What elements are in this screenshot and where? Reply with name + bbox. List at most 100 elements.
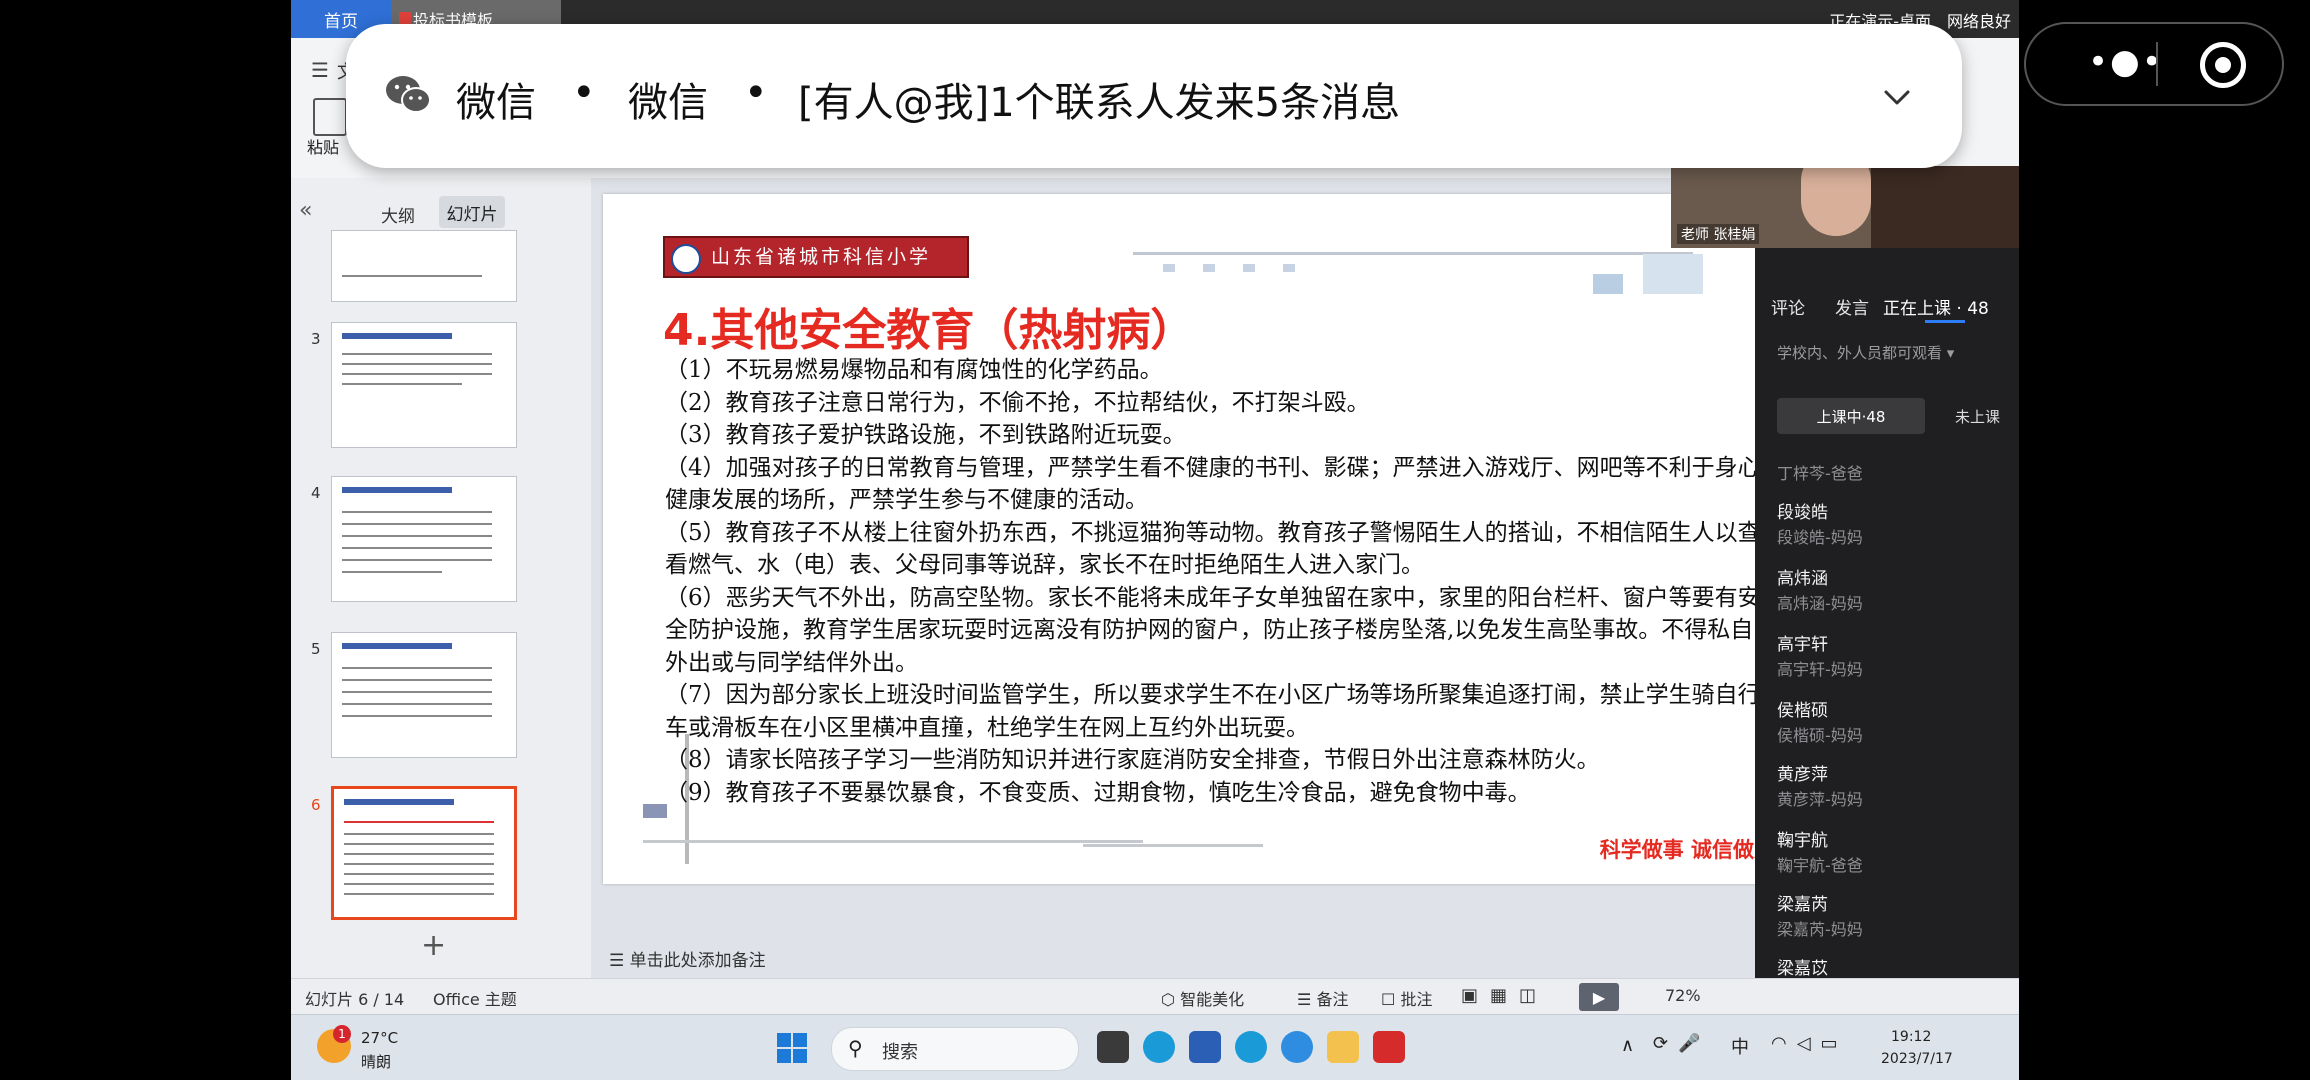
notes-button[interactable]: ☰ 备注 xyxy=(1297,986,1348,1010)
store-icon[interactable] xyxy=(1189,1031,1221,1063)
smart-beautify-button[interactable]: ⬡ 智能美化 xyxy=(1161,986,1244,1010)
student-parent: 丁梓芩-爸爸 xyxy=(1777,464,1863,483)
visibility-label: 学校内、外人员都可观看 xyxy=(1777,344,1943,362)
capsule-divider xyxy=(2156,42,2158,86)
slide-canvas[interactable]: 山东省诸城市科信小学 4.其他安全教育（热射病） （1）不玩易燃易爆物品和有腐蚀… xyxy=(603,194,1783,884)
student-name[interactable]: 梁嘉芮 xyxy=(1777,890,1828,915)
file-viewer-icon[interactable] xyxy=(1097,1031,1129,1063)
slide-bullet: （1）不玩易燃易爆物品和有腐蚀性的化学药品。 xyxy=(665,357,1163,383)
folder-icon[interactable] xyxy=(1327,1031,1359,1063)
edge-icon[interactable] xyxy=(1143,1031,1175,1063)
slide-number: 3 xyxy=(311,330,321,348)
slide-bullet: （9）教育孩子不要暴饮暴食，不食变质、过期食物，慎吃生冷食品，避免食物中毒。 xyxy=(665,779,1531,806)
paste-icon[interactable] xyxy=(313,98,347,136)
view-mode-icons[interactable]: ▣▦◫ xyxy=(1461,985,1548,1006)
classroom-panel: 评论 发言 正在上课 · 48 学校内、外人员都可观看 ▾ 上课中·48 未上课… xyxy=(1755,248,2019,1014)
ime-indicator[interactable]: 中 xyxy=(1731,1033,1749,1059)
student-parent: 梁嘉芮-妈妈 xyxy=(1777,920,1863,939)
weather-desc: 晴朗 xyxy=(361,1053,392,1071)
slide-counter: 幻灯片 6 / 14 xyxy=(305,990,405,1009)
active-tab-indicator xyxy=(1925,320,1965,323)
slide-thumbnail[interactable] xyxy=(331,632,517,758)
notes-placeholder[interactable]: ☰ 单击此处添加备注 xyxy=(609,946,766,971)
slide-panel: « 大纲 幻灯片 3 4 5 6 + xyxy=(291,178,591,978)
student-name[interactable]: 鞠宇航 xyxy=(1777,826,1828,851)
wechat-notification[interactable]: 微信 • 微信 • [有人@我]1个联系人发来5条消息 xyxy=(346,24,1962,168)
close-miniprogram-icon[interactable] xyxy=(2200,42,2246,88)
chevron-down-icon: ▾ xyxy=(1942,344,1955,362)
separator-dot: • xyxy=(744,70,768,116)
slide-number: 5 xyxy=(311,640,321,658)
slide-bullet: （3）教育孩子爱护铁路设施，不到铁路附近玩耍。 xyxy=(665,422,1186,448)
clock-date[interactable]: 2023/7/17 xyxy=(1881,1051,1953,1067)
student-parent: 侯楷硕-妈妈 xyxy=(1777,726,1863,745)
collapse-panel-icon[interactable]: « xyxy=(299,198,312,223)
search-placeholder: 搜索 xyxy=(882,1042,918,1063)
more-options-icon[interactable]: •●• xyxy=(2088,42,2164,82)
tray-expand-icon[interactable]: ∧ xyxy=(1621,1035,1634,1056)
teacher-label: 老师 张桂娟 xyxy=(1677,224,1760,244)
visibility-dropdown[interactable]: 学校内、外人员都可观看 ▾ xyxy=(1777,342,1954,363)
wps-icon[interactable] xyxy=(1373,1031,1405,1063)
windows-start-icon[interactable] xyxy=(777,1033,807,1063)
filter-absent[interactable]: 未上课 xyxy=(1955,406,2000,427)
filter-attending[interactable]: 上课中·48 xyxy=(1777,398,1925,434)
student-parent: 高宇轩-妈妈 xyxy=(1777,660,1863,679)
status-bar: 幻灯片 6 / 14 Office 主题 ⬡ 智能美化 ☰ 备注 ☐ 批注 ▣▦… xyxy=(291,978,2019,1015)
student-parent: 段竣皓-妈妈 xyxy=(1777,528,1863,547)
slide-motto: 科学做事 诚信做人 xyxy=(1599,837,1775,862)
beautify-icon: ⬡ xyxy=(1161,990,1181,1009)
chat-icon[interactable] xyxy=(1281,1031,1313,1063)
chevron-down-icon[interactable] xyxy=(1882,82,1912,112)
notes-placeholder-label: 单击此处添加备注 xyxy=(629,951,766,971)
slide-number: 4 xyxy=(311,484,321,502)
student-name[interactable]: 高宇轩 xyxy=(1777,630,1828,655)
comments-button-label: 批注 xyxy=(1400,990,1433,1009)
slide-bullet: （6）恶劣天气不外出，防高空坠物。家长不能将未成年子女单独留在家中，家里的阳台栏… xyxy=(665,584,1761,676)
ie-icon[interactable] xyxy=(1235,1031,1267,1063)
tab-speak[interactable]: 发言 xyxy=(1835,294,1869,319)
school-name: 山东省诸城市科信小学 xyxy=(711,246,932,268)
student-name[interactable]: 侯楷硕 xyxy=(1777,696,1828,721)
tab-comment[interactable]: 评论 xyxy=(1771,294,1805,319)
slide-thumbnail[interactable] xyxy=(331,476,517,602)
tray-icons[interactable]: ⟳🎤 xyxy=(1653,1033,1711,1054)
slide-bullet: （5）教育孩子不从楼上往窗外扔东西，不挑逗猫狗等动物。教育孩子警惕陌生人的搭讪，… xyxy=(665,519,1761,579)
paste-button[interactable]: 粘贴 xyxy=(307,134,339,158)
slide-thumbnail[interactable] xyxy=(331,230,517,302)
notification-source: 微信 xyxy=(628,80,708,126)
comments-button[interactable]: ☐ 批注 xyxy=(1381,986,1432,1010)
add-slide-button[interactable]: + xyxy=(421,928,446,963)
slide-bullet: （4）加强对孩子的日常教育与管理，严禁学生看不健康的书刊、影碟；严禁进入游戏厅、… xyxy=(665,454,1761,514)
zoom-level[interactable]: 72% xyxy=(1665,986,1701,1005)
notes-button-label: 备注 xyxy=(1316,990,1349,1009)
student-name[interactable]: 梁嘉苡 xyxy=(1777,954,1828,979)
comment-icon: ☐ xyxy=(1381,990,1401,1009)
teacher-avatar xyxy=(1801,166,1871,236)
taskbar-search[interactable]: ⚲ 搜索 xyxy=(831,1027,1079,1071)
clock-time[interactable]: 19:12 xyxy=(1891,1029,1931,1045)
network-volume-icons[interactable]: ◠◁▭ xyxy=(1771,1033,1848,1054)
notes-icon: ☰ xyxy=(609,951,630,971)
notification-app-name: 微信 xyxy=(456,80,536,126)
document-icon xyxy=(399,12,411,24)
slide-number: 6 xyxy=(311,796,321,814)
notes-icon: ☰ xyxy=(1297,990,1317,1009)
student-name[interactable]: 黄彦萍 xyxy=(1777,760,1828,785)
weather-temp: 27°C xyxy=(361,1029,399,1047)
play-slideshow-button[interactable]: ▶ xyxy=(1579,983,1619,1011)
separator-dot: • xyxy=(572,70,596,116)
slide-thumbnail-active[interactable] xyxy=(331,786,517,920)
smart-beautify-label: 智能美化 xyxy=(1180,990,1245,1009)
tab-outline[interactable]: 大纲 xyxy=(381,202,415,227)
search-icon: ⚲ xyxy=(848,1036,863,1060)
slide-bullet: （2）教育孩子注意日常行为，不偷不抢，不拉帮结伙，不打架斗殴。 xyxy=(665,389,1370,416)
tab-in-class[interactable]: 正在上课 · 48 xyxy=(1883,294,1989,319)
tab-slides[interactable]: 幻灯片 xyxy=(439,196,505,228)
menu-icon[interactable]: ☰ xyxy=(311,58,329,82)
student-parent: 高炜涵-妈妈 xyxy=(1777,594,1863,613)
windows-taskbar: 1 27°C 晴朗 ⚲ 搜索 ∧ ⟳🎤 中 ◠◁▭ 19:12 2023/7/1… xyxy=(291,1014,2019,1080)
student-name[interactable]: 段竣皓 xyxy=(1777,498,1828,523)
slide-thumbnail[interactable] xyxy=(331,322,517,448)
student-name[interactable]: 高炜涵 xyxy=(1777,564,1828,589)
